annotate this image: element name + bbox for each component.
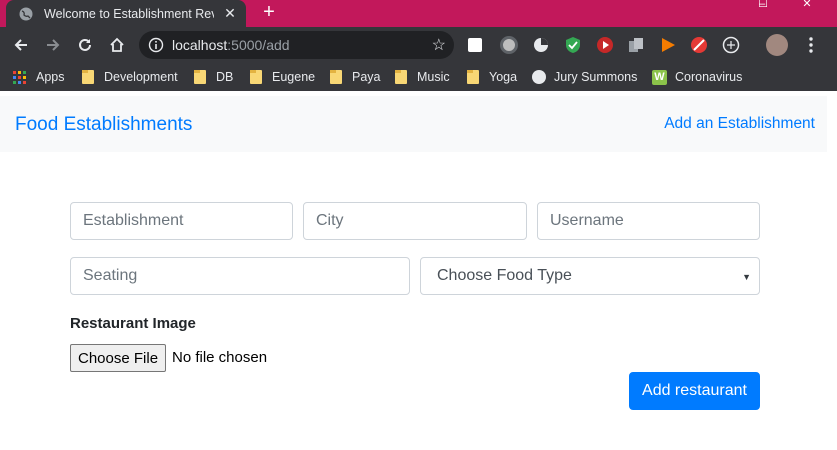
restaurant-image-label: Restaurant Image: [70, 315, 196, 332]
food-type-selected: Choose Food Type: [437, 267, 572, 284]
navbar: Food Establishments Add an Establishment: [0, 96, 827, 152]
forward-arrow-icon[interactable]: [42, 34, 64, 56]
close-window-button[interactable]: ✕: [792, 0, 822, 10]
city-input[interactable]: [303, 202, 527, 240]
bookmark-jury-summons[interactable]: Jury Summons: [532, 68, 637, 86]
username-input[interactable]: [537, 202, 760, 240]
url-host: localhost: [172, 37, 228, 53]
bookmark-label: Coronavirus: [675, 70, 743, 84]
bookmarks-bar: Apps Development DB Eugene Paya Music Yo…: [0, 63, 837, 91]
reload-icon[interactable]: [74, 34, 96, 56]
folder-icon: [395, 70, 407, 84]
globe-icon: [18, 6, 34, 22]
extension-pie-icon[interactable]: [532, 36, 550, 54]
bookmark-coronavirus[interactable]: W Coronavirus: [652, 68, 742, 86]
brand-link[interactable]: Food Establishments: [15, 114, 192, 136]
bookmark-label: Jury Summons: [554, 70, 638, 84]
bookmark-label: Development: [104, 70, 178, 84]
folder-icon: [194, 70, 206, 84]
folder-icon: [250, 70, 262, 84]
info-icon[interactable]: [148, 37, 164, 58]
apps-grid-icon: [13, 70, 26, 84]
url-path: :5000/add: [227, 37, 290, 53]
add-establishment-link[interactable]: Add an Establishment: [664, 115, 815, 133]
seating-input[interactable]: [70, 257, 410, 295]
file-status-text: No file chosen: [172, 349, 268, 366]
scrollbar-gutter: [827, 96, 837, 450]
avatar[interactable]: [766, 34, 788, 56]
url-text[interactable]: localhost:5000/add: [172, 37, 290, 53]
establishment-input[interactable]: [70, 202, 293, 240]
w-icon: W: [652, 69, 667, 85]
bookmark-paya[interactable]: Paya: [330, 68, 381, 86]
back-arrow-icon[interactable]: [10, 34, 32, 56]
browser-tab[interactable]: Welcome to Establishment Review ✕: [6, 0, 246, 27]
bookmark-label: Music: [417, 70, 450, 84]
folder-icon: [82, 70, 94, 84]
new-tab-button[interactable]: +: [258, 1, 280, 23]
bookmark-music[interactable]: Music: [395, 68, 450, 86]
maximize-button[interactable]: ☐: [748, 0, 778, 10]
menu-kebab-icon[interactable]: [802, 36, 820, 54]
caret-down-icon: ▼: [742, 272, 751, 282]
bookmark-label: Paya: [352, 70, 381, 84]
bookmark-label: Apps: [36, 70, 65, 84]
bookmark-db[interactable]: DB: [194, 68, 233, 86]
copy-extension-icon[interactable]: [627, 36, 645, 54]
bookmark-star-icon[interactable]: ☆: [432, 35, 446, 55]
browser-toolbar: localhost:5000/add ☆: [0, 27, 837, 63]
folder-icon: [330, 70, 342, 84]
play-orange-icon[interactable]: [659, 36, 677, 54]
food-type-select[interactable]: Choose Food Type ▼: [420, 257, 760, 295]
tab-close-icon[interactable]: ✕: [222, 5, 238, 21]
address-bar[interactable]: localhost:5000/add ☆: [139, 31, 454, 59]
add-restaurant-button[interactable]: Add restaurant: [629, 372, 760, 410]
bookmark-label: Eugene: [272, 70, 316, 84]
no-ads-icon[interactable]: [690, 36, 708, 54]
bookmark-apps[interactable]: Apps: [13, 68, 65, 86]
shield-icon[interactable]: [564, 36, 582, 54]
extension-square-icon[interactable]: [468, 38, 482, 52]
extension-brain-icon[interactable]: [722, 36, 740, 54]
bookmark-eugene[interactable]: Eugene: [250, 68, 315, 86]
play-record-icon[interactable]: [596, 36, 614, 54]
home-icon[interactable]: [106, 34, 128, 56]
extension-circle-icon[interactable]: [500, 36, 518, 54]
bookmark-label: DB: [216, 70, 234, 84]
bookmark-label: Yoga: [489, 70, 518, 84]
tab-strip: Welcome to Establishment Review ✕ + – ☐ …: [0, 0, 837, 27]
bookmark-development[interactable]: Development: [82, 68, 178, 86]
folder-icon: [467, 70, 479, 84]
globe-icon: [532, 70, 546, 84]
bookmark-yoga[interactable]: Yoga: [467, 68, 517, 86]
choose-file-button[interactable]: Choose File: [70, 344, 167, 372]
tab-title: Welcome to Establishment Review: [44, 6, 214, 21]
page-content: Food Establishments Add an Establishment…: [0, 96, 837, 450]
